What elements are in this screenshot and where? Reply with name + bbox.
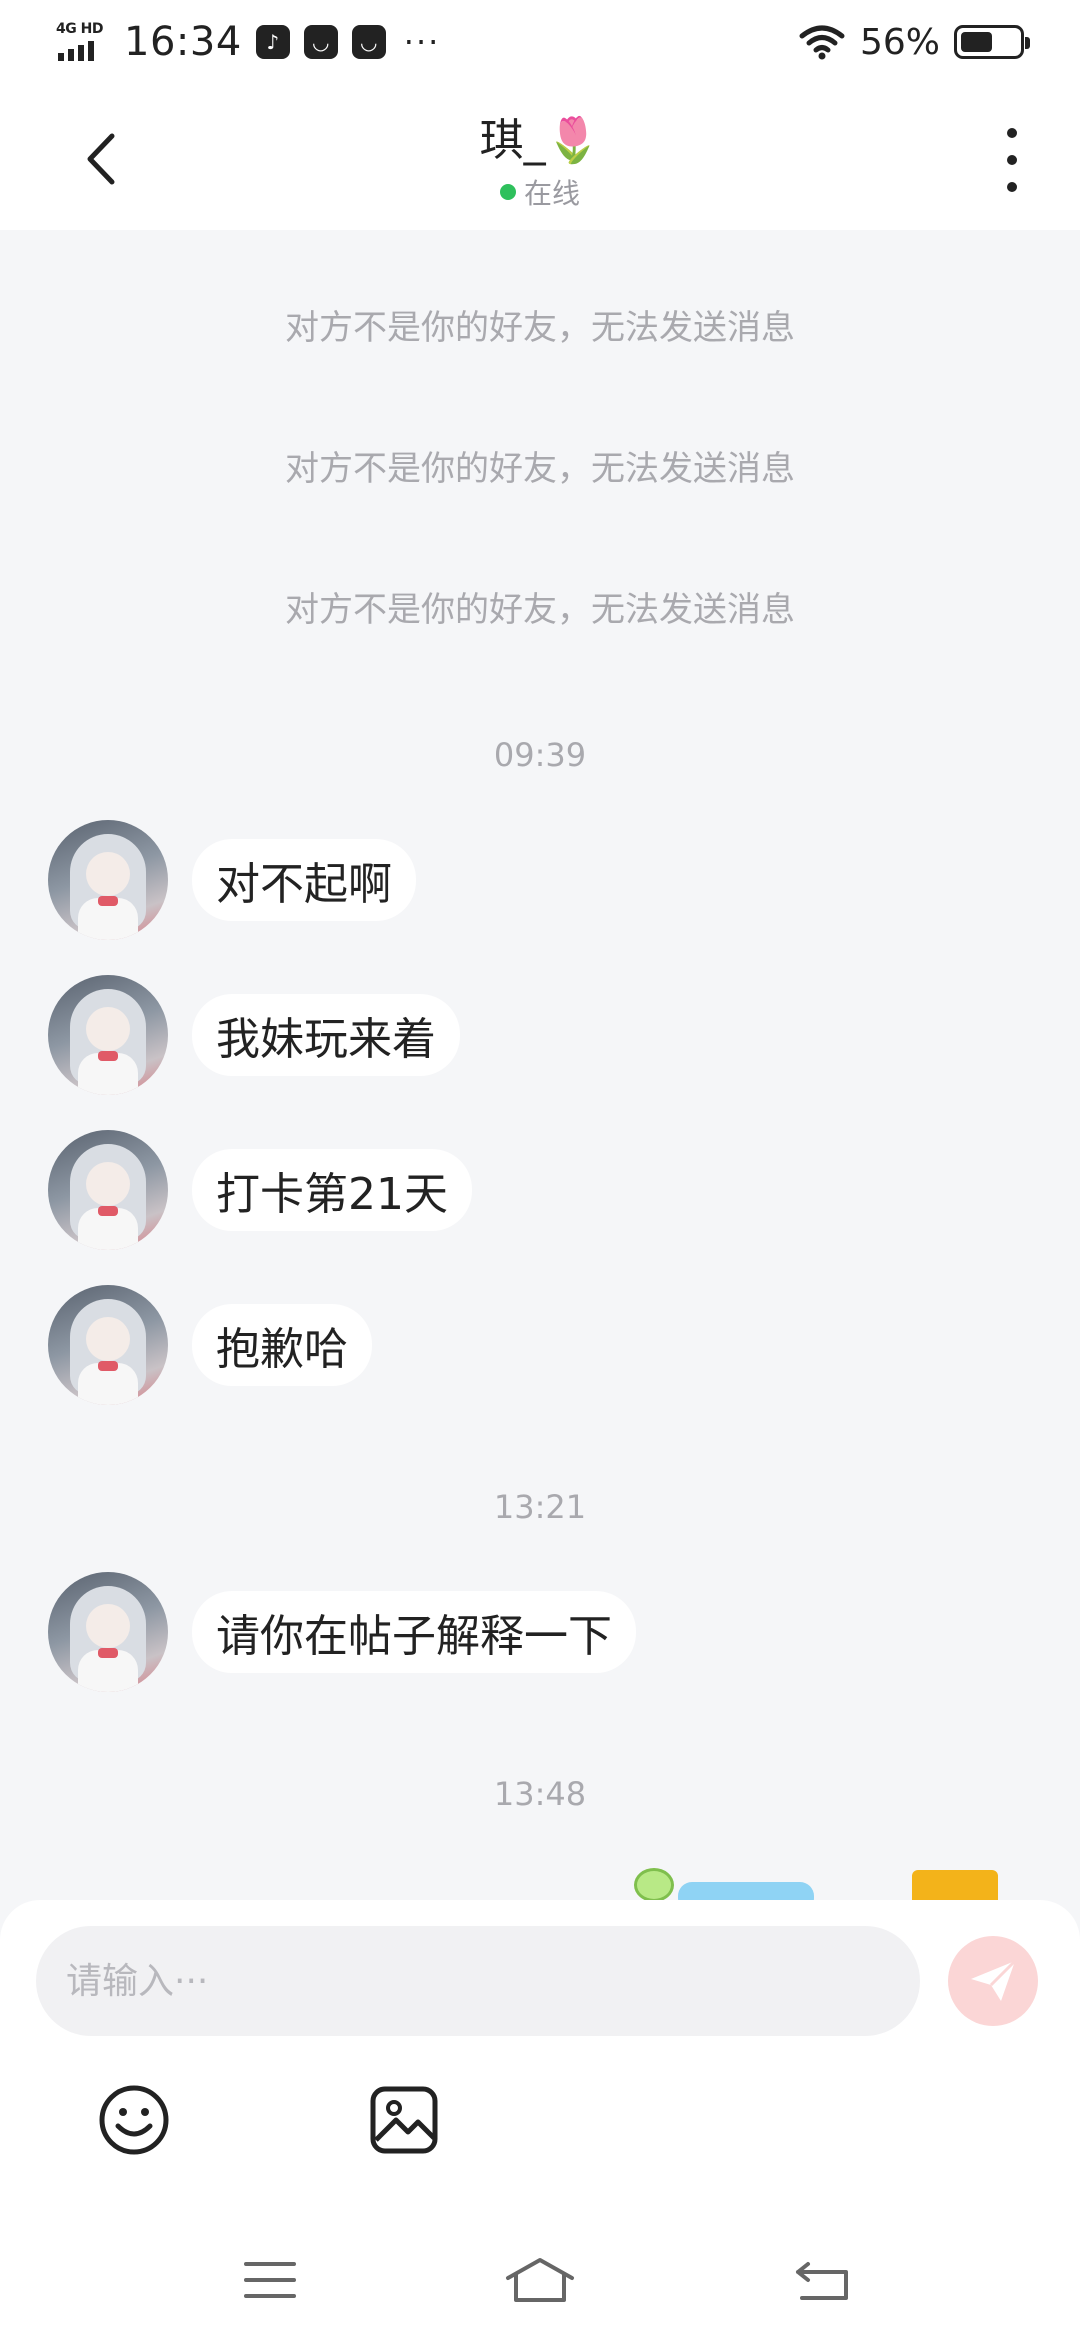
system-nav-bar — [0, 2220, 1080, 2340]
message-row: 请你在帖子解释一下 — [48, 1572, 636, 1692]
network-type: 4G HD — [56, 21, 103, 37]
online-status-text: 在线 — [523, 177, 580, 210]
message-bubble[interactable]: 我妹玩来着 — [192, 994, 460, 1076]
system-notice: 对方不是你的好友，无法发送消息 — [285, 449, 795, 489]
message-input[interactable] — [36, 1926, 920, 2036]
message-bubble[interactable]: 抱歉哈 — [192, 1304, 372, 1386]
contact-name: 琪_🌷 — [479, 115, 601, 166]
status-right: 56% — [798, 21, 1030, 63]
taobao-icon: ◡ — [351, 25, 386, 59]
avatar[interactable] — [48, 1572, 168, 1692]
message-row: 抱歉哈 — [48, 1285, 372, 1405]
game-logo-image[interactable] — [912, 1870, 998, 1900]
avatar[interactable] — [48, 820, 168, 940]
wifi-icon — [799, 25, 845, 60]
more-dot-icon — [1007, 182, 1017, 192]
status-bar: 4G HD 16:34 ♪ ◡ ◡ ··· 56% — [0, 0, 1080, 84]
message-bubble[interactable]: 打卡第21天 — [192, 1149, 472, 1231]
more-dot-icon — [1007, 155, 1017, 165]
avatar[interactable] — [48, 975, 168, 1095]
more-notifications-icon: ··· — [403, 23, 441, 61]
network-signal-icon: 4G HD — [56, 21, 110, 63]
online-status: 在线 — [0, 172, 1080, 212]
send-button[interactable] — [948, 1936, 1038, 2026]
emoji-icon — [99, 2085, 169, 2155]
message-row: 打卡第21天 — [48, 1130, 472, 1250]
send-icon — [971, 1959, 1017, 2001]
battery-icon — [954, 25, 1030, 59]
system-notice: 对方不是你的好友，无法发送消息 — [285, 308, 795, 348]
menu-icon — [244, 2262, 296, 2298]
nav-back-button[interactable] — [782, 2250, 862, 2310]
title-area: 琪_🌷 在线 — [0, 104, 1080, 212]
more-options-button[interactable] — [992, 128, 1032, 192]
avatar[interactable] — [48, 1285, 168, 1405]
time-separator: 09:39 — [493, 736, 587, 774]
system-notice: 对方不是你的好友，无法发送消息 — [285, 590, 795, 630]
taobao-icon: ◡ — [303, 25, 338, 59]
douyin-icon: ♪ — [255, 25, 290, 59]
online-dot-icon — [499, 184, 516, 200]
chat-messages[interactable]: 对方不是你的好友，无法发送消息 对方不是你的好友，无法发送消息 对方不是你的好友… — [0, 230, 1080, 1900]
avatar[interactable] — [48, 1130, 168, 1250]
nav-home-button[interactable] — [500, 2250, 580, 2310]
message-row: 我妹玩来着 — [48, 975, 460, 1095]
sticker-image[interactable] — [634, 1868, 814, 1900]
status-time: 16:34 — [124, 19, 242, 65]
battery-percent: 56% — [859, 21, 940, 63]
nav-menu-button[interactable] — [230, 2250, 310, 2310]
image-button[interactable] — [368, 2084, 440, 2156]
message-bubble[interactable]: 对不起啊 — [192, 839, 416, 921]
chat-header: 琪_🌷 在线 — [0, 84, 1080, 230]
message-bubble[interactable]: 请你在帖子解释一下 — [192, 1591, 636, 1673]
time-separator: 13:48 — [493, 1775, 587, 1813]
home-icon — [506, 2258, 574, 2302]
image-icon — [370, 2086, 438, 2154]
battery-fill — [961, 32, 993, 52]
message-row: 对不起啊 — [48, 820, 416, 940]
back-arrow-icon — [796, 2262, 848, 2300]
time-separator: 13:21 — [493, 1488, 587, 1526]
emoji-button[interactable] — [98, 2084, 170, 2156]
more-dot-icon — [1007, 128, 1017, 138]
status-left: 4G HD 16:34 ♪ ◡ ◡ ··· — [56, 19, 440, 65]
